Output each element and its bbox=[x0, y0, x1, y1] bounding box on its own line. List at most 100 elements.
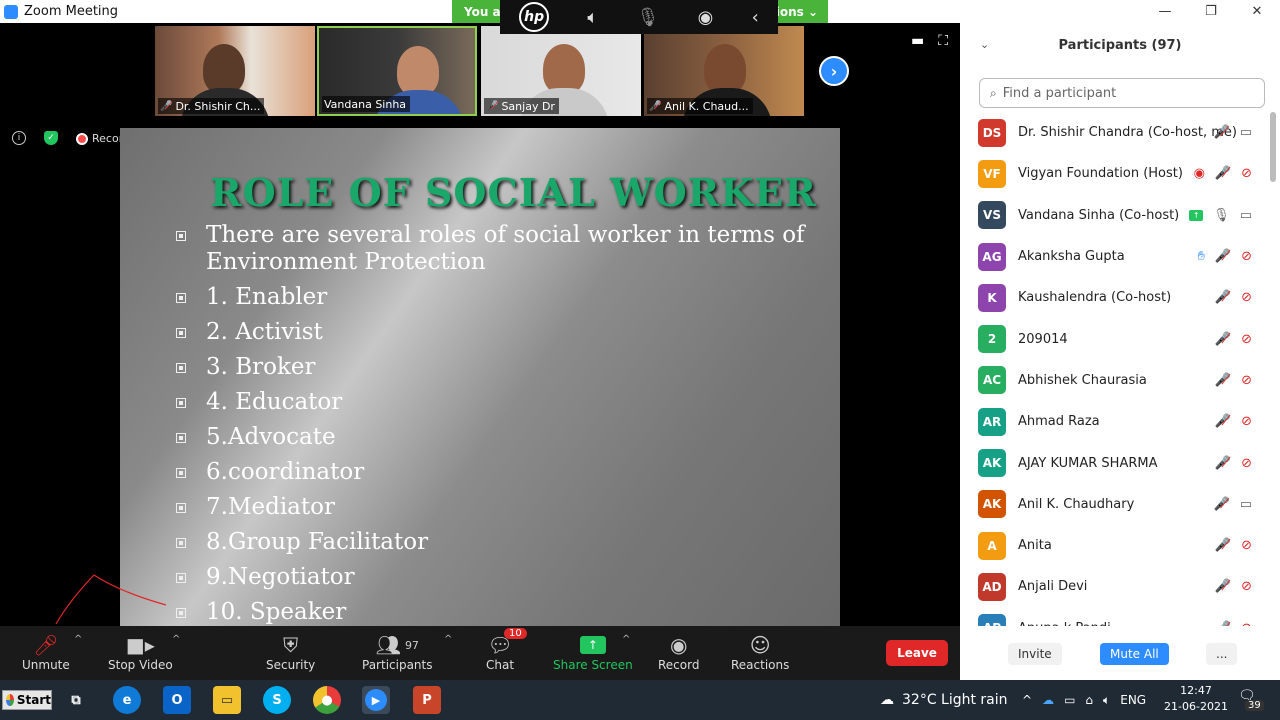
search-input[interactable] bbox=[1002, 85, 1243, 101]
participant-face bbox=[203, 44, 245, 94]
video-tile[interactable]: 🎤̸ Anil K. Chaud... bbox=[644, 26, 804, 116]
volume-tray-icon[interactable]: 🔈︎ bbox=[1103, 693, 1110, 708]
bullet-square-icon bbox=[176, 363, 186, 373]
participants-button[interactable]: 👥︎ 97 Participants bbox=[362, 632, 433, 672]
chat-unread-badge: 10 bbox=[504, 628, 527, 639]
tray-expand-icon[interactable]: ^ bbox=[1022, 693, 1032, 707]
stop-video-button[interactable]: ■▸ Stop Video bbox=[108, 632, 173, 672]
unmute-button[interactable]: 🎤︎ Unmute bbox=[22, 632, 70, 672]
zoom-taskbar-icon[interactable]: ▶ bbox=[362, 686, 390, 714]
muted-mic-icon: 🎤̸ bbox=[1214, 331, 1232, 347]
participant-row[interactable]: AR Ahmad Raza 🎤̸ ⊘ bbox=[960, 401, 1270, 442]
participant-row[interactable]: VS Vandana Sinha (Co-host) ↑ 🎙︎ ▭ bbox=[960, 195, 1270, 236]
participant-row[interactable]: AK Anil K. Chaudhary 🎤̸ ▭ bbox=[960, 484, 1270, 525]
participant-face bbox=[397, 46, 439, 96]
participant-row[interactable]: DS Dr. Shishir Chandra (Co-host, me) 🎤̸ ▭ bbox=[960, 112, 1270, 153]
record-button[interactable]: ◉ Record bbox=[658, 632, 699, 672]
language-indicator[interactable]: ENG bbox=[1120, 693, 1146, 707]
slide-bullets: There are several roles of social worker… bbox=[176, 222, 816, 626]
recording-icon: ◉ bbox=[1193, 166, 1205, 182]
participant-row[interactable]: A Anita 🎤̸ ⊘ bbox=[960, 525, 1270, 566]
share-options-caret[interactable]: ^ bbox=[622, 634, 630, 645]
share-screen-button[interactable]: ↑ Share Screen bbox=[553, 632, 633, 672]
slide-bullet-text: 4. Educator bbox=[206, 389, 343, 415]
participant-status-icons: 🎤̸ ⊘ bbox=[1215, 332, 1252, 347]
onedrive-icon[interactable]: ☁ bbox=[1042, 693, 1054, 707]
invite-button[interactable]: Invite bbox=[1008, 643, 1062, 665]
chevron-left-icon[interactable]: ‹ bbox=[752, 7, 759, 28]
start-button[interactable]: Start bbox=[2, 690, 52, 710]
tile-name: 🎤̸ Dr. Shishir Ch... bbox=[158, 98, 265, 114]
participant-name: 209014 bbox=[1018, 331, 1068, 347]
unmute-label: Unmute bbox=[22, 658, 70, 672]
participants-icon: 👥︎ 97 bbox=[375, 633, 419, 657]
weather-widget[interactable]: ☁ 32°C Light rain bbox=[880, 680, 1008, 720]
video-off-icon: ⊘ bbox=[1241, 372, 1252, 388]
participant-avatar: AR bbox=[978, 407, 1006, 436]
participant-row[interactable]: AC Abhishek Chaurasia 🎤̸ ⊘ bbox=[960, 360, 1270, 401]
participant-row[interactable]: AD Anjali Devi 🎤̸ ⊘ bbox=[960, 566, 1270, 607]
participant-name: Vigyan Foundation (Host) bbox=[1018, 166, 1183, 182]
participant-list-scrollbar[interactable] bbox=[1270, 112, 1276, 626]
skype-icon[interactable]: S bbox=[263, 686, 291, 714]
powerpoint-icon[interactable]: P bbox=[413, 686, 441, 714]
file-explorer-icon[interactable]: ▭ bbox=[213, 686, 241, 714]
network-icon[interactable]: ⌂ bbox=[1085, 693, 1093, 707]
muted-mic-icon: 🎤̸ bbox=[1213, 125, 1230, 141]
hp-osd-bar: hp 🔈︎ 🎙︎ ◉ ‹ bbox=[500, 0, 778, 34]
muted-mic-icon: 🎤̸ bbox=[160, 100, 173, 112]
security-button[interactable]: ⛨ Security bbox=[266, 632, 315, 672]
slide-bullet: 3. Broker bbox=[176, 354, 816, 381]
muted-mic-icon: 🎤̸ bbox=[1214, 166, 1232, 182]
clock-time: 12:47 bbox=[1180, 684, 1212, 697]
encryption-shield-icon[interactable]: ✓ bbox=[44, 131, 58, 145]
slide-bullet: 7.Mediator bbox=[176, 494, 816, 521]
participant-row[interactable]: AK AJAY KUMAR SHARMA 🎤̸ ⊘ bbox=[960, 442, 1270, 483]
slide-bullet-text: 5.Advocate bbox=[206, 424, 336, 450]
next-page-button[interactable]: › bbox=[819, 56, 849, 86]
leave-button[interactable]: Leave bbox=[886, 640, 948, 666]
muted-mic-icon: 🎤̸ bbox=[649, 100, 662, 112]
mute-all-button[interactable]: Mute All bbox=[1100, 643, 1169, 665]
tile-name-text: Vandana Sinha bbox=[324, 97, 407, 111]
participant-row[interactable]: AP Anupa k Pandi... 🎤̸ ⊘ bbox=[960, 608, 1270, 626]
task-view-icon[interactable]: ⧉ bbox=[62, 686, 90, 714]
audio-options-caret[interactable]: ^ bbox=[74, 634, 82, 645]
participant-name: Abhishek Chaurasia bbox=[1018, 372, 1147, 388]
close-icon[interactable]: ✕ bbox=[1234, 0, 1280, 23]
share-screen-label: Share Screen bbox=[553, 658, 633, 672]
video-tile-active-speaker[interactable]: Vandana Sinha bbox=[317, 26, 477, 116]
participant-search[interactable]: ⌕ bbox=[979, 78, 1265, 108]
participant-name: Ahmad Raza bbox=[1018, 414, 1100, 430]
info-icon[interactable]: i bbox=[12, 131, 26, 145]
participants-count: 97 bbox=[404, 638, 419, 652]
clock[interactable]: 12:47 21-06-2021 bbox=[1158, 683, 1234, 715]
tile-name-text: Anil K. Chaud... bbox=[664, 99, 749, 113]
participant-row[interactable]: 2 209014 🎤̸ ⊘ bbox=[960, 318, 1270, 359]
outlook-icon[interactable]: O bbox=[163, 686, 191, 714]
slide-bullet: 8.Group Facilitator bbox=[176, 529, 816, 556]
participant-avatar: AP bbox=[978, 614, 1006, 626]
scrollbar-thumb[interactable] bbox=[1270, 112, 1276, 182]
participant-avatar: DS bbox=[978, 118, 1006, 147]
record-icon: ◉ bbox=[670, 633, 688, 657]
tile-name: 🎤̸ Anil K. Chaud... bbox=[647, 98, 753, 114]
minimize-video-icon[interactable]: ▬ bbox=[911, 33, 924, 49]
reactions-button[interactable]: ☺ Reactions bbox=[731, 632, 789, 672]
minimize-icon[interactable]: — bbox=[1142, 0, 1188, 23]
battery-icon[interactable]: ▭ bbox=[1064, 693, 1075, 707]
tile-name: Vandana Sinha bbox=[322, 96, 411, 112]
participants-options-caret[interactable]: ^ bbox=[444, 634, 452, 645]
fullscreen-icon[interactable]: ⛶ bbox=[938, 33, 948, 49]
muted-mic-icon: 🎤̸ bbox=[486, 100, 499, 112]
chrome-icon[interactable]: ● bbox=[313, 686, 341, 714]
video-options-caret[interactable]: ^ bbox=[172, 634, 180, 645]
video-tile[interactable]: 🎤̸ Sanjay Dr bbox=[481, 26, 641, 116]
participant-row[interactable]: VF Vigyan Foundation (Host) ◉ 🎤̸ ⊘ bbox=[960, 153, 1270, 194]
video-tile[interactable]: 🎤̸ Dr. Shishir Ch... bbox=[155, 26, 315, 116]
participant-row[interactable]: K Kaushalendra (Co-host) 🎤̸ ⊘ bbox=[960, 277, 1270, 318]
edge-icon[interactable]: e bbox=[113, 686, 141, 714]
restore-icon[interactable]: ❐ bbox=[1188, 0, 1234, 23]
participant-row[interactable]: AG Akanksha Gupta ✋︎ 🎤̸ ⊘ bbox=[960, 236, 1270, 277]
more-options-button[interactable]: ... bbox=[1206, 643, 1238, 665]
